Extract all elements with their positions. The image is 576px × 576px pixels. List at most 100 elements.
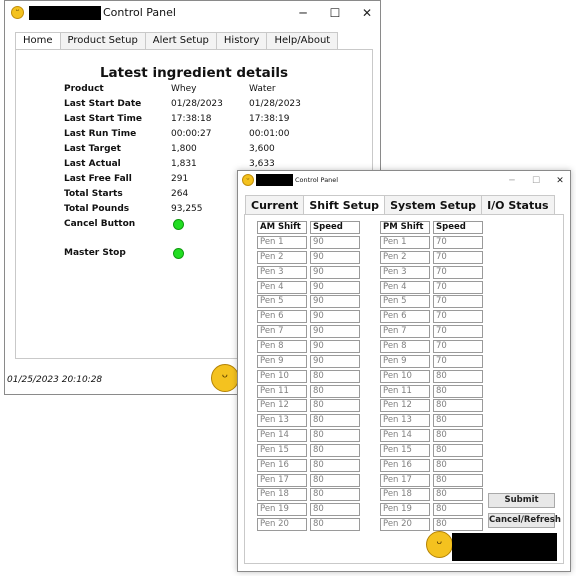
pm-speed-field[interactable]: 70 — [433, 295, 483, 309]
am-speed-field[interactable]: 80 — [310, 503, 360, 517]
pm-speed-field[interactable]: 70 — [433, 354, 483, 368]
am-pen-field[interactable]: Pen 5 — [257, 295, 307, 309]
pm-speed-field[interactable]: 80 — [433, 443, 483, 457]
am-pen-field[interactable]: Pen 17 — [257, 473, 307, 487]
pm-pen-field[interactable]: Pen 20 — [380, 518, 430, 532]
pm-pen-field[interactable]: Pen 6 — [380, 310, 430, 324]
am-speed-field[interactable]: 80 — [310, 443, 360, 457]
am-speed-field[interactable]: 90 — [310, 325, 360, 339]
am-speed-field[interactable]: 80 — [310, 399, 360, 413]
am-speed-field[interactable]: 80 — [310, 518, 360, 532]
pm-pen-field[interactable]: Pen 8 — [380, 340, 430, 353]
close-button[interactable]: ✕ — [353, 4, 381, 22]
detail-value-1: Whey — [171, 84, 197, 94]
pm-speed-field[interactable]: 80 — [433, 458, 483, 472]
tab-history[interactable]: History — [215, 32, 268, 50]
am-pen-field[interactable]: Pen 18 — [257, 488, 307, 502]
pm-pen-field[interactable]: Pen 10 — [380, 369, 430, 383]
minimize-button[interactable]: ─ — [500, 174, 524, 188]
pm-pen-field[interactable]: Pen 3 — [380, 265, 430, 279]
pm-speed-field[interactable]: 80 — [433, 414, 483, 428]
am-speed-field[interactable]: 80 — [310, 369, 360, 383]
cancel-refresh-button[interactable]: Cancel/Refresh — [488, 513, 561, 528]
am-speed-field[interactable]: 80 — [310, 384, 360, 398]
am-pen-field[interactable]: Pen 13 — [257, 414, 307, 428]
am-speed-field[interactable]: 90 — [310, 265, 360, 279]
pm-pen-field[interactable]: Pen 1 — [380, 236, 430, 249]
am-pen-field[interactable]: Pen 9 — [257, 354, 307, 368]
am-pen-field[interactable]: Pen 3 — [257, 265, 307, 279]
am-pen-field[interactable]: Pen 1 — [257, 236, 307, 249]
pm-speed-field[interactable]: 70 — [433, 265, 483, 279]
am-speed-field[interactable]: 80 — [310, 458, 360, 472]
maximize-button[interactable]: ☐ — [321, 4, 349, 22]
pm-speed-field[interactable]: 70 — [433, 340, 483, 353]
am-pen-field[interactable]: Pen 19 — [257, 503, 307, 517]
am-pen-field[interactable]: Pen 6 — [257, 310, 307, 324]
close-button[interactable]: ✕ — [548, 174, 572, 188]
am-speed-field[interactable]: 80 — [310, 473, 360, 487]
pm-pen-field[interactable]: Pen 18 — [380, 488, 430, 502]
pm-speed-field[interactable]: 80 — [433, 429, 483, 442]
am-speed-field[interactable]: 80 — [310, 414, 360, 428]
pm-speed-field[interactable]: 80 — [433, 503, 483, 517]
tab-io-status[interactable]: I/O Status — [481, 195, 555, 215]
pm-speed-field[interactable]: 70 — [433, 325, 483, 339]
tab-help-about[interactable]: Help/About — [266, 32, 339, 50]
pm-pen-field[interactable]: Pen 16 — [380, 458, 430, 472]
title-bar[interactable]: ᵕ Control Panel ─ ☐ ✕ — [5, 1, 380, 26]
pm-pen-field[interactable]: Pen 12 — [380, 399, 430, 413]
am-pen-field[interactable]: Pen 20 — [257, 518, 307, 532]
am-speed-field[interactable]: 90 — [310, 280, 360, 294]
submit-button[interactable]: Submit — [488, 493, 555, 508]
pm-pen-field[interactable]: Pen 13 — [380, 414, 430, 428]
minimize-button[interactable]: ─ — [289, 4, 317, 22]
am-pen-field[interactable]: Pen 4 — [257, 280, 307, 294]
pm-pen-field[interactable]: Pen 7 — [380, 325, 430, 339]
pm-pen-field[interactable]: Pen 9 — [380, 354, 430, 368]
pm-speed-field[interactable]: 80 — [433, 488, 483, 502]
am-speed-field[interactable]: 90 — [310, 340, 360, 353]
pm-pen-field[interactable]: Pen 4 — [380, 280, 430, 294]
am-pen-field[interactable]: Pen 14 — [257, 429, 307, 442]
am-pen-field[interactable]: Pen 7 — [257, 325, 307, 339]
am-pen-field[interactable]: Pen 2 — [257, 250, 307, 264]
pm-speed-field[interactable]: 80 — [433, 369, 483, 383]
pm-speed-field[interactable]: 80 — [433, 518, 483, 532]
am-speed-field[interactable]: 90 — [310, 295, 360, 309]
pm-speed-field[interactable]: 80 — [433, 384, 483, 398]
am-speed-field[interactable]: 80 — [310, 488, 360, 502]
tab-current[interactable]: Current — [245, 195, 305, 215]
tab-system-setup[interactable]: System Setup — [384, 195, 483, 215]
pm-speed-field[interactable]: 70 — [433, 280, 483, 294]
am-speed-field[interactable]: 90 — [310, 354, 360, 368]
am-pen-field[interactable]: Pen 10 — [257, 369, 307, 383]
pm-pen-field[interactable]: Pen 15 — [380, 443, 430, 457]
pm-speed-field[interactable]: 70 — [433, 310, 483, 324]
am-pen-field[interactable]: Pen 15 — [257, 443, 307, 457]
tab-alert-setup[interactable]: Alert Setup — [144, 32, 217, 50]
pm-pen-field[interactable]: Pen 5 — [380, 295, 430, 309]
pm-speed-field[interactable]: 80 — [433, 399, 483, 413]
pm-pen-field[interactable]: Pen 2 — [380, 250, 430, 264]
am-speed-field[interactable]: 90 — [310, 250, 360, 264]
pm-speed-field[interactable]: 80 — [433, 473, 483, 487]
tab-product-setup[interactable]: Product Setup — [59, 32, 146, 50]
title-bar[interactable]: ᵕ Control Panel ─ ☐ ✕ — [238, 171, 570, 191]
am-pen-field[interactable]: Pen 12 — [257, 399, 307, 413]
am-speed-field[interactable]: 90 — [310, 310, 360, 324]
tab-bar: Current Shift Setup System Setup I/O Sta… — [245, 195, 555, 216]
am-speed-field[interactable]: 90 — [310, 236, 360, 249]
pm-pen-field[interactable]: Pen 14 — [380, 429, 430, 442]
pm-speed-field[interactable]: 70 — [433, 236, 483, 249]
pm-speed-field[interactable]: 70 — [433, 250, 483, 264]
am-pen-field[interactable]: Pen 16 — [257, 458, 307, 472]
am-pen-field[interactable]: Pen 8 — [257, 340, 307, 353]
tab-shift-setup[interactable]: Shift Setup — [303, 195, 386, 216]
maximize-button[interactable]: ☐ — [524, 174, 548, 188]
am-pen-field[interactable]: Pen 11 — [257, 384, 307, 398]
pm-pen-field[interactable]: Pen 11 — [380, 384, 430, 398]
pm-pen-field[interactable]: Pen 17 — [380, 473, 430, 487]
am-speed-field[interactable]: 80 — [310, 429, 360, 442]
pm-pen-field[interactable]: Pen 19 — [380, 503, 430, 517]
